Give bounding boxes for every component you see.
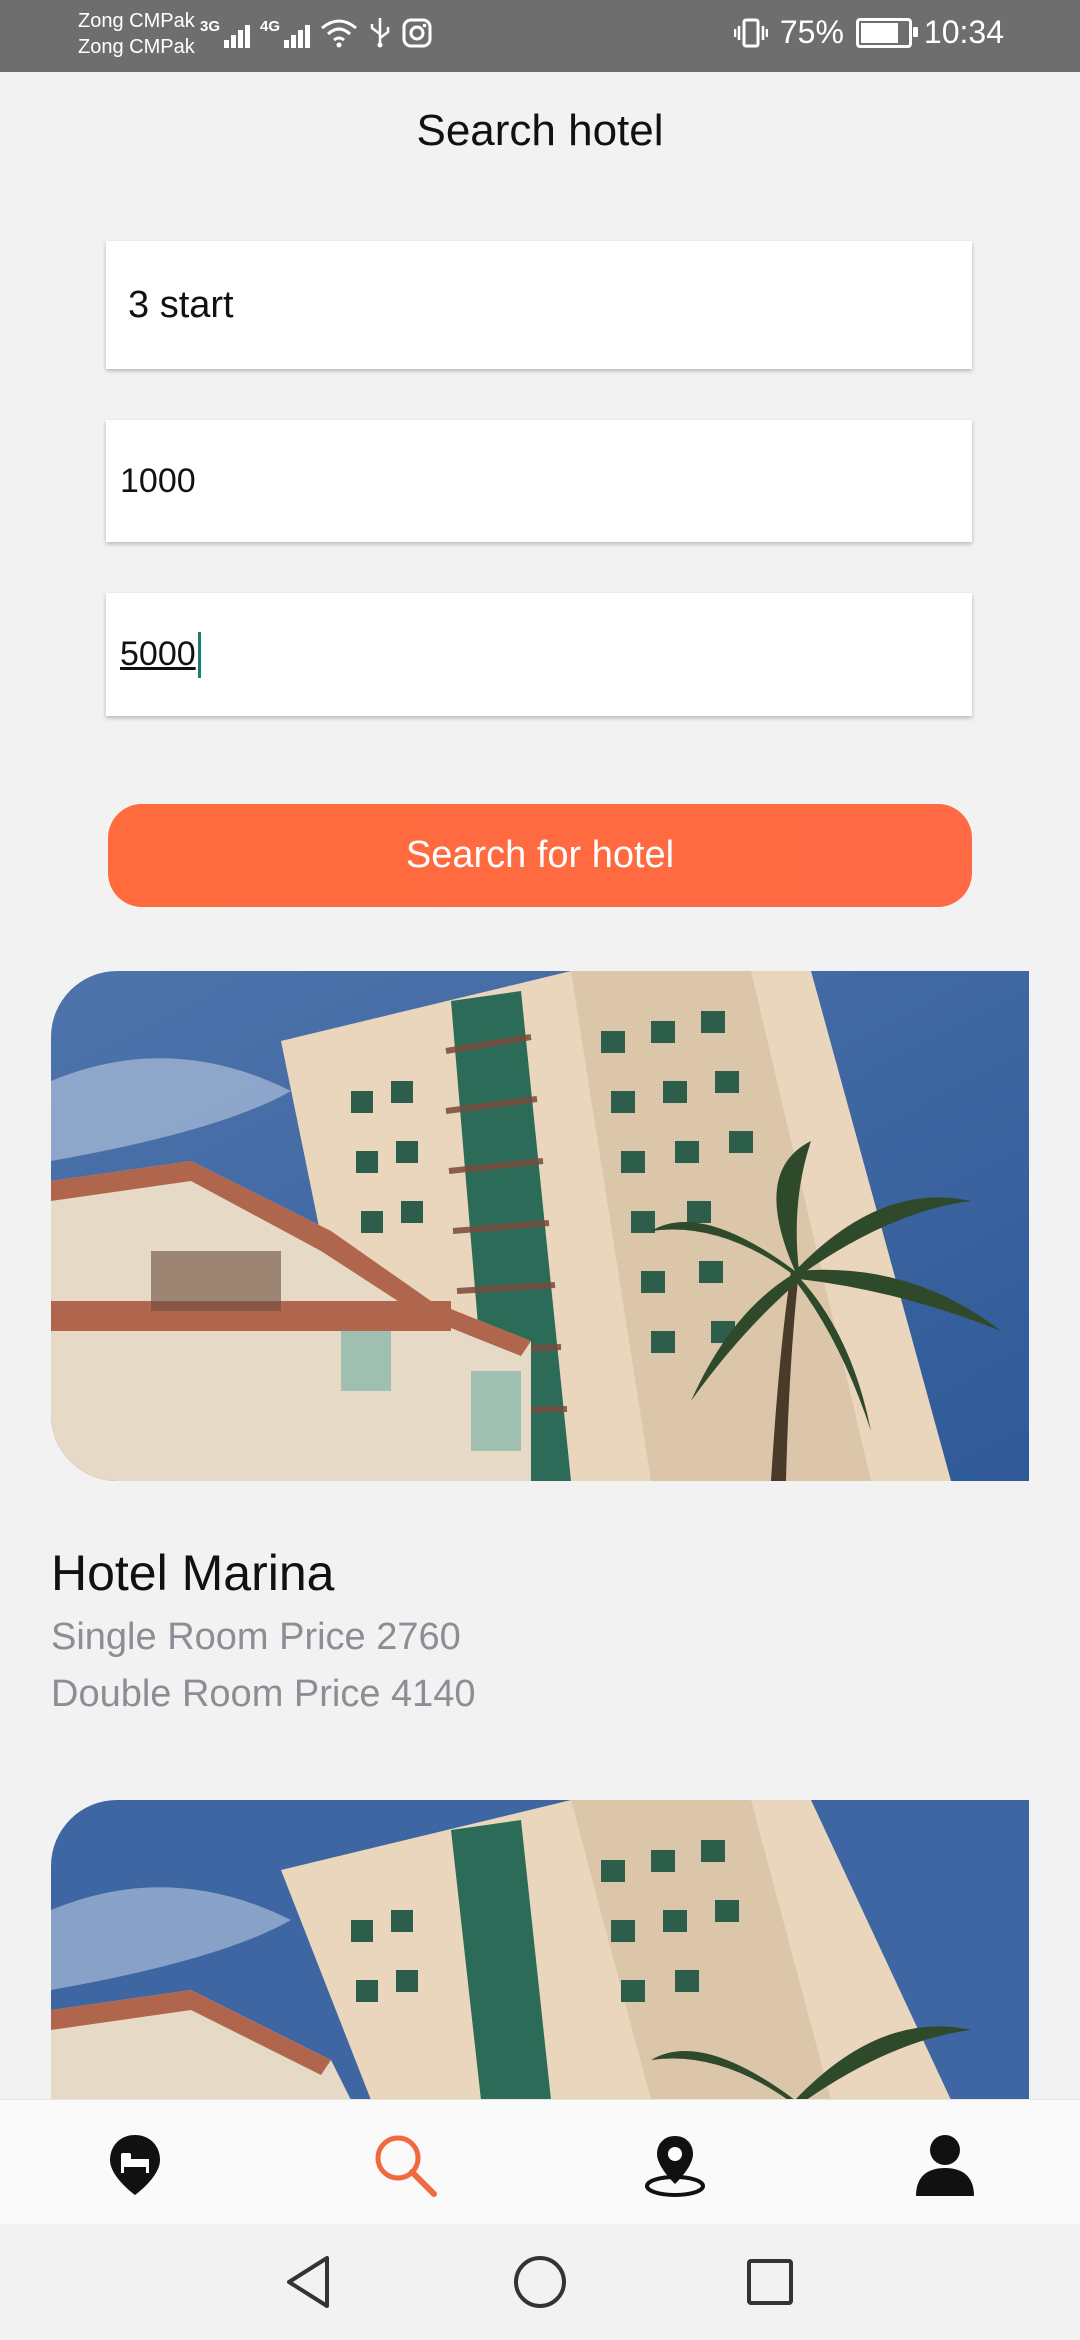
battery-percent: 75%	[779, 14, 844, 50]
nav-profile[interactable]	[900, 2120, 990, 2210]
home-button[interactable]	[510, 2252, 570, 2312]
wifi-icon	[321, 19, 357, 48]
status-bar: Zong CMPak Zong CMPak 3G 4G 75% 10:34	[0, 0, 1080, 72]
hotel-pin-icon	[110, 2135, 160, 2195]
nav-search[interactable]	[360, 2120, 450, 2210]
max-price-value: 5000	[120, 635, 196, 673]
hotel-name[interactable]: Hotel Marina	[51, 1544, 334, 1602]
bottom-nav	[0, 2099, 1080, 2225]
rating-input[interactable]: 3 start	[106, 241, 972, 369]
text-cursor	[197, 631, 201, 678]
battery-icon	[855, 17, 918, 48]
recents-icon	[747, 2259, 793, 2305]
signal-3g-icon: 3G	[200, 18, 251, 48]
double-room-price: Double Room Price 4140	[51, 1673, 476, 1715]
hotel-image[interactable]	[51, 971, 1029, 1481]
back-button[interactable]	[278, 2252, 338, 2312]
status-right: 75% 10:34	[733, 14, 1004, 51]
single-room-price: Single Room Price 2760	[51, 1616, 461, 1658]
hotel-image-2[interactable]	[51, 1800, 1029, 2100]
person-icon	[916, 2135, 974, 2196]
page-title: Search hotel	[416, 106, 664, 155]
carrier-1: Zong CMPak	[78, 10, 195, 32]
home-icon	[514, 2256, 566, 2308]
carrier-2: Zong CMPak	[78, 36, 195, 58]
min-price-input[interactable]: 1000	[106, 420, 972, 542]
vibrate-icon	[733, 18, 768, 47]
recents-button[interactable]	[740, 2252, 800, 2312]
rating-value: 3 start	[128, 283, 234, 326]
nav-hotels[interactable]	[90, 2120, 180, 2210]
min-price-value: 1000	[120, 461, 196, 500]
system-nav-bar	[0, 2224, 1080, 2340]
carrier-names: Zong CMPak Zong CMPak	[78, 8, 195, 60]
nav-map[interactable]	[630, 2120, 720, 2210]
max-price-input[interactable]: 5000	[106, 593, 972, 716]
search-icon	[375, 2135, 437, 2197]
clock: 10:34	[923, 14, 1004, 50]
signal-4g-icon: 4G	[260, 18, 311, 48]
search-hotel-button[interactable]: Search for hotel	[108, 804, 972, 907]
status-icons: 3G 4G	[200, 16, 432, 48]
location-pin-icon	[645, 2136, 705, 2197]
battery-fill	[860, 22, 899, 43]
back-icon	[287, 2256, 329, 2308]
instagram-icon	[402, 18, 432, 48]
usb-icon	[370, 18, 390, 48]
